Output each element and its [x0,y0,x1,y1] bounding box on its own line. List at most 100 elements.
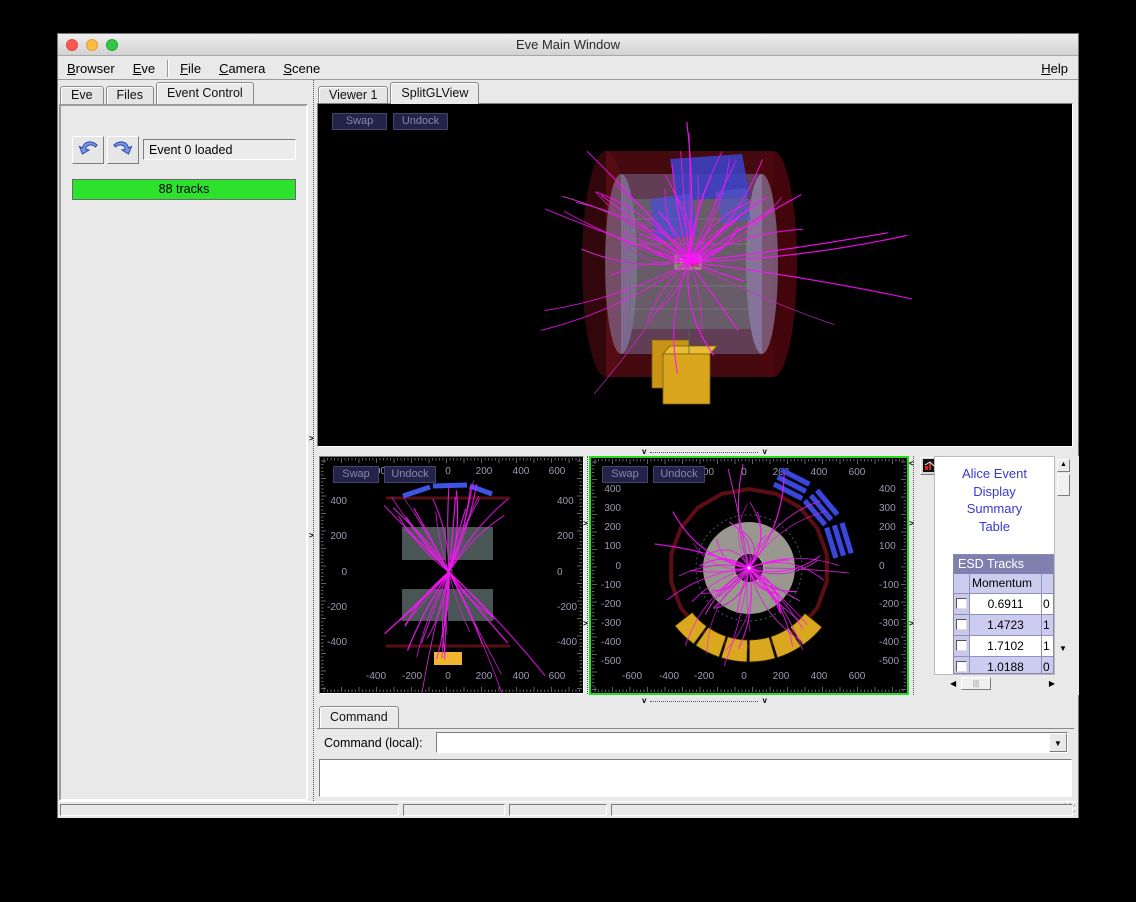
main-vertical-splitter[interactable]: > > [309,80,316,801]
splitter-arrow-icon[interactable]: > [309,435,314,443]
sidebar-tabs: EveFilesEvent Control [60,80,256,104]
summary-vscrollbar[interactable]: ▲ ▼ [1057,459,1070,659]
command-local-label: Command (local): [324,736,423,750]
menu-browser[interactable]: Browser [58,59,124,78]
esd-momentum-header: Momentum [970,574,1042,593]
swap-button[interactable]: Swap [602,466,648,483]
partial-column-value: 1 [1042,636,1053,656]
rphi-scene: -600-600-400-400-200-2000020020040040060… [591,458,907,693]
scroll-right-icon[interactable]: ▶ [1049,679,1055,688]
bottom-viewers-row: -400 -400 -200 -200 0 0 200 200 400 400 600 600 400 4… [317,456,1079,695]
rhoz-scene: -400-400-200-200002002004004006006004004… [320,457,583,693]
partial-column-value: 1 [1042,615,1053,635]
menu-separator [167,60,168,77]
gl-viewer-3d[interactable]: Swap Undock [317,103,1073,447]
summary-title-line: Display [935,483,1054,501]
tab-viewer-1[interactable]: Viewer 1 [318,86,388,104]
menu-help[interactable]: Help [1031,59,1078,78]
bottom-splitter-right[interactable]: < > > [909,456,917,695]
axis-tick-label: 600 [849,671,866,682]
tab-splitglview[interactable]: SplitGLView [390,82,479,104]
vscroll-thumb[interactable] [1057,474,1070,496]
tab-files[interactable]: Files [106,86,154,104]
track-checkbox[interactable] [956,640,967,651]
splitter-arrow-icon[interactable]: > [583,620,588,628]
title-bar[interactable]: Eve Main Window [58,34,1078,56]
axis-tick-label: 200 [476,466,493,477]
track-checkbox[interactable] [956,661,967,672]
axis-tick-label: 200 [879,522,896,533]
splitter-arrow-icon[interactable]: v [642,448,646,456]
track-checkbox[interactable] [956,619,967,630]
partial-column-value: 0 [1042,594,1053,614]
previous-event-button[interactable] [72,136,104,164]
axis-tick-label: -400 [879,637,899,648]
splitter-arrow-icon[interactable]: v [762,448,766,456]
axis-tick-label: 0 [341,567,347,578]
axis-tick-label: 400 [811,671,828,682]
menu-camera[interactable]: Camera [210,59,274,78]
swap-button[interactable]: Swap [333,466,379,483]
axis-tick-label: -400 [601,637,621,648]
splitter-arrow-icon[interactable]: > [583,520,588,528]
undock-button[interactable]: Undock [653,466,705,483]
esd-rows: 0.691101.472311.710211.01880 [954,594,1053,673]
next-event-button[interactable] [107,136,139,164]
summary-title-line: Alice Event [935,465,1054,483]
axis-tick-label: 300 [604,503,621,514]
momentum-value: 1.0188 [970,657,1042,673]
scroll-down-icon[interactable]: ▼ [1059,644,1067,653]
momentum-value: 0.6911 [970,594,1042,614]
menu-scene[interactable]: Scene [274,59,329,78]
menu-eve[interactable]: Eve [124,59,164,78]
redo-arrow-icon [111,137,135,159]
scroll-up-icon[interactable]: ▲ [1057,459,1070,472]
command-input[interactable] [436,732,1068,753]
gl-viewer-rhoz[interactable]: -400-400-200-200002002004004006006004004… [319,456,584,694]
horizontal-splitter-top[interactable]: v v [317,447,1073,456]
esd-partial-column-header [1042,574,1053,593]
axis-tick-label: 400 [513,466,530,477]
splitter-arrow-icon[interactable]: > [909,620,914,628]
axis-tick-label: -200 [879,599,899,610]
gl-viewer-rphi-active[interactable]: -600-600-400-400-200-2000020020040040060… [589,456,909,695]
chevron-down-icon[interactable]: ▼ [1049,733,1067,752]
axis-tick-label: 400 [811,467,828,478]
axis-tick-label: 0 [615,561,621,572]
axis-tick-label: 400 [557,496,574,507]
tab-event-control[interactable]: Event Control [156,82,254,104]
tab-eve[interactable]: Eve [60,86,104,104]
splitter-arrow-icon[interactable]: < [909,460,914,468]
scroll-left-icon[interactable]: ◀ [950,679,956,688]
axis-tick-label: 400 [330,496,347,507]
axis-tick-label: -400 [659,671,679,682]
event-status-field[interactable] [143,139,296,160]
menu-file[interactable]: File [171,59,210,78]
axis-tick-label: -200 [557,602,577,613]
summary-hscrollbar[interactable]: ◀ ||| ▶ [950,677,1055,691]
status-segment [611,804,1073,816]
axis-tick-label: 200 [557,531,574,542]
axis-tick-label: -100 [601,580,621,591]
axis-tick-label: 100 [879,541,896,552]
axis-tick-label: 600 [549,671,566,682]
splitter-arrow-icon[interactable]: > [909,520,914,528]
axis-tick-label: 300 [879,503,896,514]
esd-track-row: 0.69110 [954,594,1053,615]
axis-tick-label: -200 [601,599,621,610]
splitter-arrow-icon[interactable]: v [762,697,766,705]
horizontal-splitter-bottom[interactable]: v v [317,695,1073,705]
command-output-area[interactable] [319,759,1072,797]
axis-tick-label: 0 [879,561,885,572]
axis-tick-label: 0 [445,466,451,477]
event-control-panel: 88 tracks [59,104,308,801]
viewer-tabs: Viewer 1SplitGLView [318,80,481,104]
esd-track-row: 1.01880 [954,657,1053,673]
undock-button[interactable]: Undock [384,466,436,483]
splitter-arrow-icon[interactable]: > [309,532,314,540]
hscroll-thumb[interactable]: ||| [961,677,991,690]
tab-command[interactable]: Command [319,706,399,728]
axis-tick-label: -200 [327,602,347,613]
splitter-arrow-icon[interactable]: v [642,697,646,705]
track-checkbox[interactable] [956,598,967,609]
